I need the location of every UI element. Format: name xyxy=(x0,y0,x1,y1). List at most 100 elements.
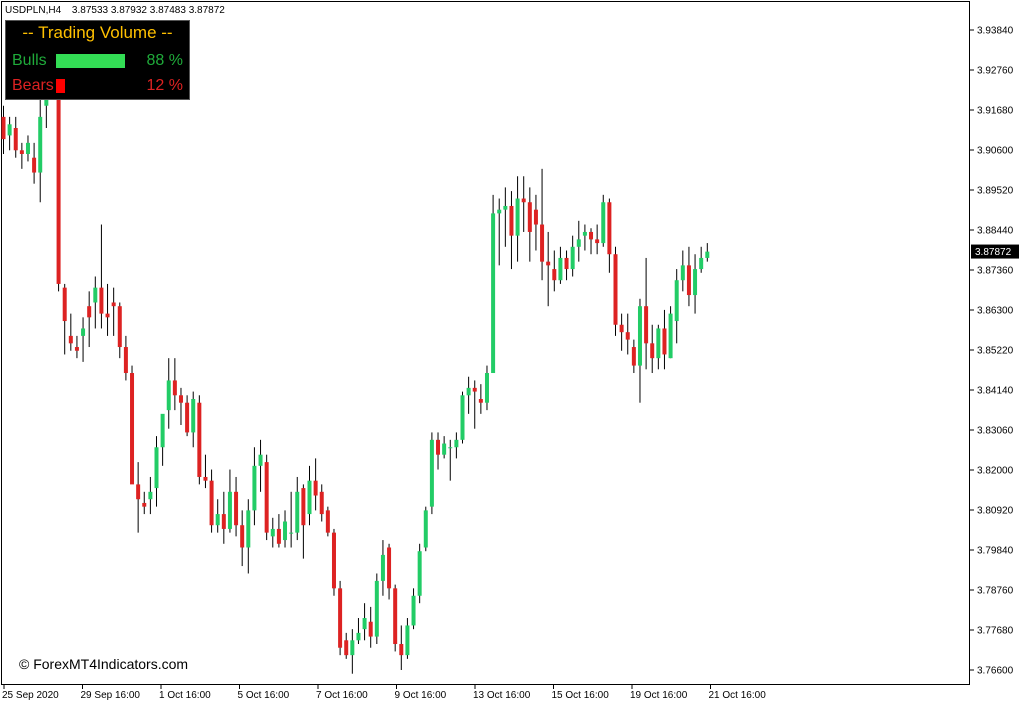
price-axis: 3.938403.927603.916803.906003.895203.884… xyxy=(970,26,1014,677)
bear-candle xyxy=(130,366,134,485)
candle-body xyxy=(161,414,165,447)
bulls-volume-bar xyxy=(56,54,125,68)
bull-candle xyxy=(430,432,434,514)
candle-body xyxy=(693,269,697,295)
candle-body xyxy=(565,258,569,269)
candle-body xyxy=(308,481,312,514)
bear-candle xyxy=(338,581,342,655)
candle-body xyxy=(32,158,36,173)
price-tick-label: 3.84140 xyxy=(977,386,1014,397)
candle-body xyxy=(326,510,330,532)
candle-body xyxy=(607,202,611,254)
candle-body xyxy=(234,492,238,525)
candle-body xyxy=(314,481,318,496)
candle-body xyxy=(503,206,507,210)
time-tick-label: 1 Oct 16:00 xyxy=(159,690,211,701)
candle-body xyxy=(412,596,416,626)
candle-body xyxy=(118,306,122,347)
bear-candle xyxy=(332,529,336,596)
candle-body xyxy=(405,625,409,655)
candle-body xyxy=(522,199,526,203)
candle-body xyxy=(571,247,575,269)
candle-body xyxy=(448,447,452,448)
price-tick-label: 3.83060 xyxy=(977,426,1014,437)
candle-body xyxy=(516,199,520,236)
candle-body xyxy=(601,202,605,243)
candle-body xyxy=(534,210,538,225)
candle-body xyxy=(203,477,207,481)
candle-body xyxy=(687,265,691,295)
candle-body xyxy=(191,399,195,432)
bear-candle xyxy=(265,455,269,540)
candle-body xyxy=(614,254,618,325)
time-tick-label: 13 Oct 16:00 xyxy=(473,690,531,701)
candle-body xyxy=(436,440,440,455)
candle-body xyxy=(93,288,97,303)
bears-volume-bar xyxy=(56,79,65,93)
candle-body xyxy=(210,481,214,526)
bull-candle xyxy=(375,573,379,644)
candle-body xyxy=(38,117,42,173)
candle-body xyxy=(485,373,489,403)
bulls-label: Bulls xyxy=(12,52,47,70)
candle-body xyxy=(283,522,287,541)
candle-body xyxy=(363,618,367,629)
candle-body xyxy=(644,306,648,343)
candle-body xyxy=(301,488,305,525)
candle-body xyxy=(528,202,532,232)
trading-volume-panel: -- Trading Volume -- Bulls 88 % Bears 12… xyxy=(5,20,190,100)
candle-body xyxy=(259,455,263,466)
chart-header: USDPLN,H4 3.87533 3.87932 3.87483 3.8787… xyxy=(5,5,225,16)
candle-body xyxy=(552,269,556,280)
time-tick-label: 25 Sep 2020 xyxy=(2,690,59,701)
bear-candle xyxy=(614,247,618,336)
price-tick-label: 3.80920 xyxy=(977,506,1014,517)
candle-body xyxy=(479,399,483,403)
candle-body xyxy=(142,503,146,507)
bear-candle xyxy=(197,395,201,484)
candle-body xyxy=(442,444,446,455)
candle-body xyxy=(656,328,660,358)
candle-body xyxy=(81,328,85,335)
candle-body xyxy=(595,239,599,243)
candle-body xyxy=(344,640,348,655)
symbol-label: USDPLN,H4 xyxy=(5,5,62,16)
price-tick-label: 3.93840 xyxy=(977,26,1014,37)
candle-body xyxy=(638,306,642,365)
candle-body xyxy=(222,514,226,529)
price-tick-label: 3.76600 xyxy=(977,666,1014,677)
candle-body xyxy=(675,280,679,321)
current-price-label: 3.87872 xyxy=(975,247,1012,258)
candle-body xyxy=(387,547,391,588)
candle-body xyxy=(2,117,6,139)
candle-body xyxy=(112,302,116,306)
candle-body xyxy=(375,581,379,637)
price-tick-label: 3.88440 xyxy=(977,226,1014,237)
price-tick-label: 3.89520 xyxy=(977,186,1014,197)
bears-percent: 12 % xyxy=(147,77,183,95)
candle-body xyxy=(8,124,12,135)
candle-body xyxy=(148,492,152,499)
bulls-percent: 88 % xyxy=(147,52,183,70)
plot-frame xyxy=(2,2,970,685)
price-tick-label: 3.82000 xyxy=(977,466,1014,477)
candle-body xyxy=(577,239,581,246)
candle-body xyxy=(369,622,373,637)
candle-body xyxy=(589,232,593,239)
candlestick-chart: USDPLN,H4 3.87533 3.87932 3.87483 3.8787… xyxy=(0,0,1024,705)
candle-body xyxy=(240,525,244,547)
candle-body xyxy=(399,644,403,655)
price-tick-label: 3.91680 xyxy=(977,106,1014,117)
candle-body xyxy=(228,492,232,529)
current-price-marker: 3.87872 xyxy=(971,245,1019,259)
candle-body xyxy=(106,314,110,318)
candle-body xyxy=(338,588,342,647)
candle-body xyxy=(99,288,103,314)
candle-body xyxy=(63,288,67,321)
candle-body xyxy=(430,440,434,507)
candle-body xyxy=(699,258,703,269)
time-axis: 25 Sep 202029 Sep 16:001 Oct 16:005 Oct … xyxy=(2,685,766,701)
bears-label: Bears xyxy=(12,77,54,95)
candle-body xyxy=(320,492,324,514)
candle-body xyxy=(497,210,501,214)
